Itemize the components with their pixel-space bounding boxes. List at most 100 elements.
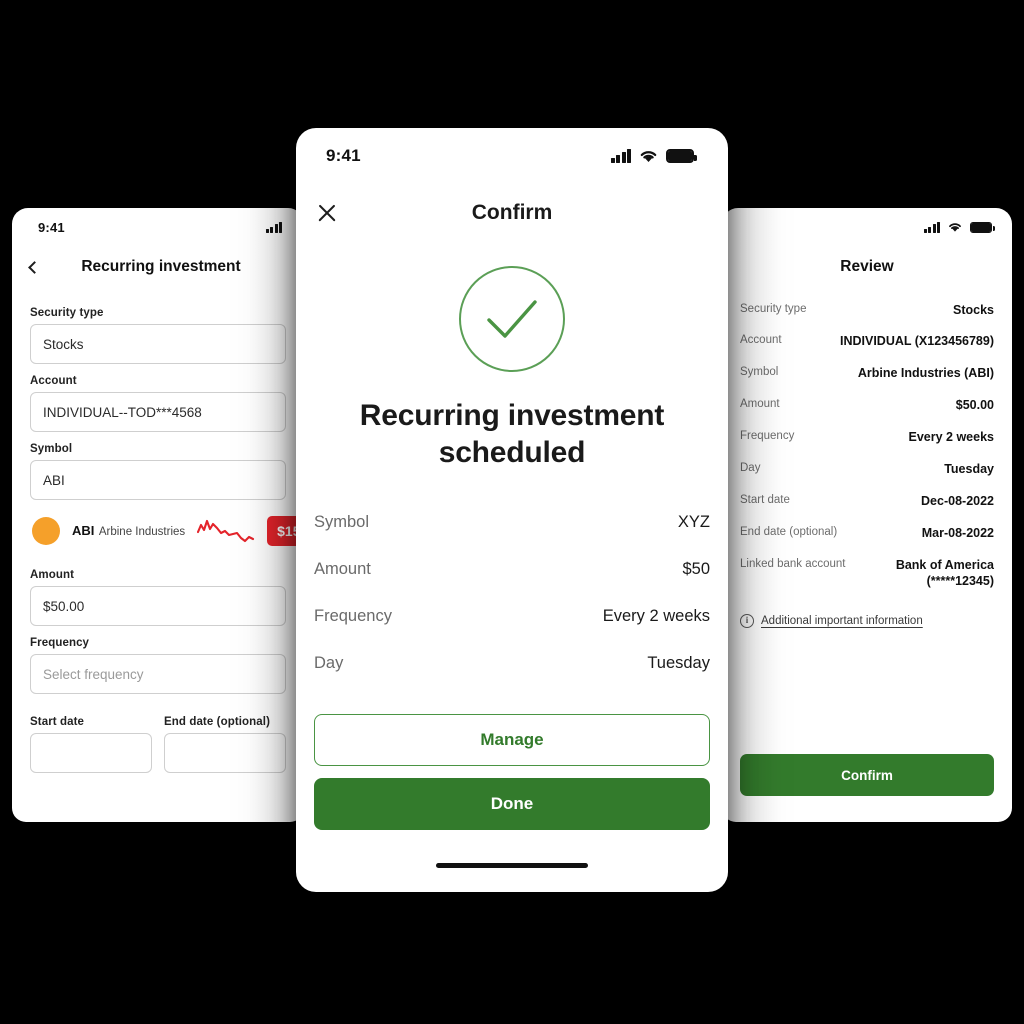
field-label-start-date: Start date xyxy=(30,716,85,728)
page-title-center: Confirm xyxy=(471,201,553,224)
status-bar-center: 9:41 xyxy=(296,128,728,184)
frequency-select[interactable]: Select frequency xyxy=(30,654,286,694)
start-date-input[interactable] xyxy=(30,733,152,773)
summary-row: Amount $50 xyxy=(314,546,710,593)
end-date-group: End date (optional) xyxy=(164,705,286,773)
status-bar-icons-right xyxy=(923,221,995,233)
review-value: Dec-08-2022 xyxy=(921,493,994,508)
status-bar-time: 9:41 xyxy=(38,219,65,235)
quote-symbol: ABI xyxy=(72,523,95,538)
status-bar-right xyxy=(722,208,1012,246)
review-row: Frequency Every 2 weeks xyxy=(740,422,994,454)
quote-company-name: Arbine Industries xyxy=(98,526,186,538)
field-label-amount: Amount xyxy=(30,569,75,581)
recurring-investment-form: Security type Stocks Account INDIVIDUAL-… xyxy=(12,288,304,773)
confirmation-actions: Manage Done xyxy=(314,714,710,830)
amount-input[interactable]: $50.00 xyxy=(30,586,286,626)
review-value: Every 2 weeks xyxy=(908,430,995,444)
field-label-symbol: Symbol xyxy=(30,443,73,455)
back-button[interactable] xyxy=(28,260,41,274)
status-bar-icons-center xyxy=(610,148,697,164)
page-title-left: Recurring investment xyxy=(81,258,241,275)
review-row: End date (optional) Mar-08-2022 xyxy=(740,517,994,549)
quote-names: ABI Arbine Industries xyxy=(72,522,185,540)
wifi-icon xyxy=(640,151,657,163)
review-value: INDIVIDUAL (X123456789) xyxy=(839,334,994,349)
phone-screen-review: Review Security type Stocks Account INDI… xyxy=(722,208,1012,822)
summary-label: Amount xyxy=(314,560,371,579)
date-fields-row: Start date End date (optional) xyxy=(30,705,286,773)
review-value: Arbine Industries (ABI) xyxy=(857,366,994,381)
review-label: Amount xyxy=(740,398,780,411)
review-label: Account xyxy=(740,334,782,347)
summary-label: Day xyxy=(314,654,344,673)
done-button[interactable]: Done xyxy=(314,778,710,830)
additional-information-link[interactable]: i Additional important information xyxy=(740,613,994,628)
account-select[interactable]: INDIVIDUAL--TOD***4568 xyxy=(30,392,286,432)
chevron-left-icon xyxy=(28,260,41,274)
manage-button[interactable]: Manage xyxy=(314,714,710,766)
review-value: Mar-08-2022 xyxy=(921,525,994,540)
review-label: Day xyxy=(740,461,761,474)
summary-label: Symbol xyxy=(314,513,370,532)
cellular-signal-icon xyxy=(923,221,940,233)
check-circle-icon xyxy=(459,266,565,372)
page-title-right: Review xyxy=(840,258,894,275)
review-row: Symbol Arbine Industries (ABI) xyxy=(740,358,994,390)
review-label: Frequency xyxy=(740,430,795,442)
security-type-select[interactable]: Stocks xyxy=(30,324,286,364)
summary-value: Every 2 weeks xyxy=(602,607,710,626)
home-indicator[interactable] xyxy=(436,863,588,868)
summary-row: Day Tuesday xyxy=(314,640,710,687)
review-label: End date (optional) xyxy=(740,525,838,538)
end-date-input[interactable] xyxy=(164,733,286,773)
symbol-input[interactable]: ABI xyxy=(30,460,286,500)
review-label: Symbol xyxy=(740,366,779,379)
confirm-button[interactable]: Confirm xyxy=(740,754,994,796)
quote-result-row[interactable]: ABI Arbine Industries $15 xyxy=(30,504,304,558)
review-value: $50.00 xyxy=(955,398,994,413)
confirmation-heading: Recurring investment scheduled xyxy=(359,399,665,469)
field-label-end-date: End date (optional) xyxy=(164,716,271,728)
close-icon[interactable] xyxy=(314,200,340,226)
cellular-signal-icon xyxy=(610,149,631,163)
wifi-icon xyxy=(949,223,961,232)
success-indicator xyxy=(296,266,728,372)
phone-screen-confirmation: 9:41 Confirm Recurring investment schedu… xyxy=(296,128,728,892)
battery-icon xyxy=(970,221,995,233)
summary-label: Frequency xyxy=(314,607,392,626)
status-bar-left: 9:41 xyxy=(12,208,304,246)
summary-row: Frequency Every 2 weeks xyxy=(314,593,710,640)
review-row: Linked bank account Bank of America (***… xyxy=(740,549,994,598)
review-label: Linked bank account xyxy=(740,557,846,570)
review-value: Stocks xyxy=(953,302,994,317)
review-label: Start date xyxy=(740,493,790,506)
review-row: Security type Stocks xyxy=(740,294,994,326)
status-bar-icons xyxy=(265,221,282,233)
nav-bar-left: Recurring investment xyxy=(12,246,304,288)
review-row: Start date Dec-08-2022 xyxy=(740,485,994,517)
battery-icon xyxy=(666,149,697,163)
confirmation-summary-list: Symbol XYZ Amount $50 Frequency Every 2 … xyxy=(296,499,728,687)
review-value: Bank of America (*****12345) xyxy=(895,557,994,589)
summary-value: XYZ xyxy=(677,513,710,532)
field-label-security-type: Security type xyxy=(30,307,104,319)
summary-value: $50 xyxy=(682,560,710,579)
summary-value: Tuesday xyxy=(647,654,710,673)
status-bar-time: 9:41 xyxy=(326,146,361,165)
cellular-signal-icon xyxy=(265,221,282,233)
review-value: Tuesday xyxy=(944,461,994,476)
sparkline-chart-icon xyxy=(197,516,255,546)
start-date-group: Start date xyxy=(30,705,152,773)
review-row: Day Tuesday xyxy=(740,453,994,485)
review-label: Security type xyxy=(740,302,807,315)
review-summary-list: Security type Stocks Account INDIVIDUAL … xyxy=(722,288,1012,628)
info-icon: i xyxy=(740,613,754,628)
nav-bar-center: Confirm xyxy=(296,184,728,242)
field-label-account: Account xyxy=(30,375,77,387)
screenshot-stage: 9:41 Recurring investment Security type … xyxy=(0,0,1024,1024)
nav-bar-right: Review xyxy=(722,246,1012,288)
phone-screen-recurring-investment: 9:41 Recurring investment Security type … xyxy=(12,208,304,822)
security-avatar-icon xyxy=(32,517,60,545)
field-label-frequency: Frequency xyxy=(30,637,90,649)
